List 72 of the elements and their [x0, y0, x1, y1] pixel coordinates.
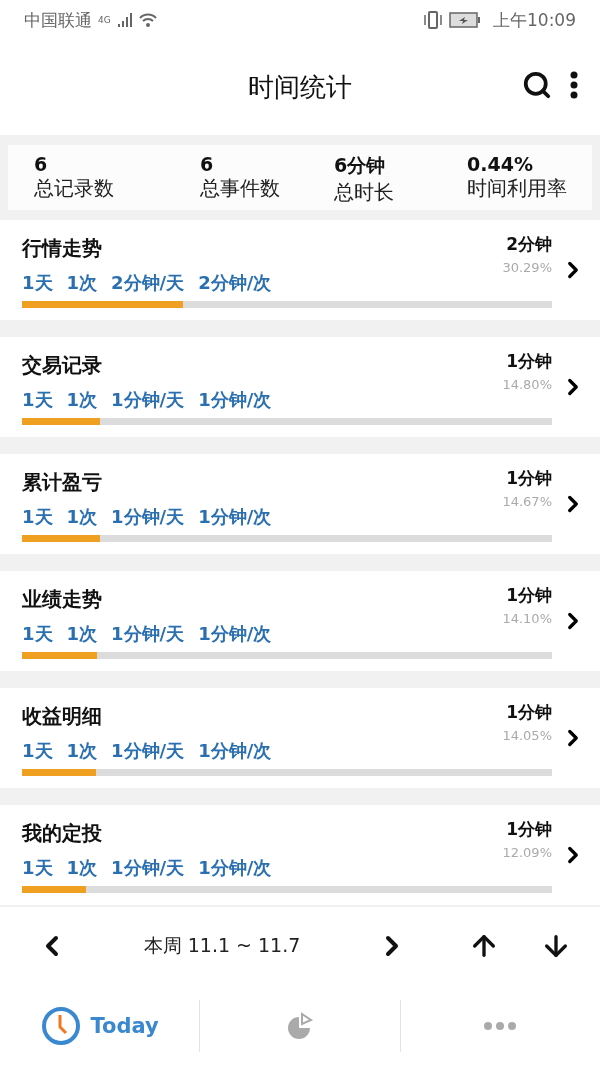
event-name: 收益明细: [22, 702, 102, 730]
event-name: 交易记录: [22, 351, 102, 379]
menu-button[interactable]: [570, 71, 578, 99]
more-vertical-icon: [570, 71, 578, 99]
event-share: 14.05%: [502, 727, 552, 743]
event-duration: 1分钟: [506, 817, 552, 841]
screen-title: 时间统计: [248, 71, 352, 104]
signal-icon: [116, 13, 133, 27]
event-duration: 1分钟: [506, 466, 552, 490]
battery-icon: [449, 12, 481, 28]
event-share: 12.09%: [502, 844, 552, 860]
days-count: 1天: [22, 738, 53, 763]
search-icon: [522, 70, 552, 100]
stat-label: 总事件数: [200, 175, 281, 202]
event-duration: 1分钟: [506, 700, 552, 724]
period-label: 本周 11.1 ~ 11.7: [142, 933, 302, 958]
event-card[interactable]: 业绩走势 1分钟 14.10% 1天 1次 1分钟/天 1分钟/次: [0, 571, 600, 671]
event-name: 我的定投: [22, 819, 102, 847]
days-count: 1天: [22, 504, 53, 529]
pie-chart-icon: [286, 1012, 314, 1040]
event-share: 14.67%: [502, 493, 552, 509]
stat-label: 总时长: [334, 179, 395, 206]
per-time-duration: 1分钟/次: [198, 621, 272, 646]
per-day-duration: 1分钟/天: [111, 504, 185, 529]
per-time-duration: 2分钟/次: [198, 270, 272, 295]
stat-label: 总记录数: [34, 175, 115, 202]
event-card[interactable]: 交易记录 1分钟 14.80% 1天 1次 1分钟/天 1分钟/次: [0, 337, 600, 437]
per-time-duration: 1分钟/次: [198, 738, 272, 763]
per-day-duration: 1分钟/天: [111, 738, 185, 763]
times-count: 1次: [66, 387, 98, 412]
per-day-duration: 2分钟/天: [111, 270, 185, 295]
times-count: 1次: [66, 270, 98, 295]
times-count: 1次: [66, 621, 98, 646]
per-time-duration: 1分钟/次: [198, 855, 272, 880]
carrier-name: 中国联通: [24, 8, 92, 32]
event-name: 累计盈亏: [22, 468, 102, 496]
days-count: 1天: [22, 270, 53, 295]
clock-time: 上午10:09: [493, 8, 576, 32]
times-count: 1次: [66, 504, 98, 529]
times-count: 1次: [66, 855, 98, 880]
per-day-duration: 1分钟/天: [111, 621, 185, 646]
event-card[interactable]: 收益明细 1分钟 14.05% 1天 1次 1分钟/天 1分钟/次: [0, 688, 600, 788]
search-button[interactable]: [522, 70, 552, 100]
network-type: 4G: [98, 15, 111, 25]
days-count: 1天: [22, 621, 53, 646]
wifi-icon: [138, 13, 157, 27]
event-share: 14.80%: [502, 376, 552, 392]
event-share: 14.10%: [502, 610, 552, 626]
event-duration: 2分钟: [506, 232, 552, 256]
event-duration: 1分钟: [506, 583, 552, 607]
stat-value: 6: [34, 153, 49, 175]
event-card[interactable]: 累计盈亏 1分钟 14.67% 1天 1次 1分钟/天 1分钟/次: [0, 454, 600, 554]
per-time-duration: 1分钟/次: [198, 504, 272, 529]
event-duration: 1分钟: [506, 349, 552, 373]
event-card[interactable]: 行情走势 2分钟 30.29% 1天 1次 2分钟/天 2分钟/次: [0, 220, 600, 320]
event-share: 30.29%: [502, 259, 552, 275]
stat-value: 6: [200, 153, 215, 175]
vibrate-icon: [423, 11, 443, 29]
days-count: 1天: [22, 387, 53, 412]
clock-icon: [40, 1006, 81, 1046]
per-day-duration: 1分钟/天: [111, 387, 185, 412]
per-time-duration: 1分钟/次: [198, 387, 272, 412]
stat-label: 时间利用率: [467, 175, 568, 202]
stat-value: 0.44%: [467, 153, 534, 175]
event-card[interactable]: 我的定投 1分钟 12.09% 1天 1次 1分钟/天 1分钟/次: [0, 805, 600, 905]
stat-value: 6分钟: [334, 153, 387, 178]
event-name: 行情走势: [22, 234, 102, 262]
times-count: 1次: [66, 738, 98, 763]
days-count: 1天: [22, 855, 53, 880]
more-icon: [484, 1022, 517, 1030]
event-name: 业绩走势: [22, 585, 102, 613]
per-day-duration: 1分钟/天: [111, 855, 185, 880]
